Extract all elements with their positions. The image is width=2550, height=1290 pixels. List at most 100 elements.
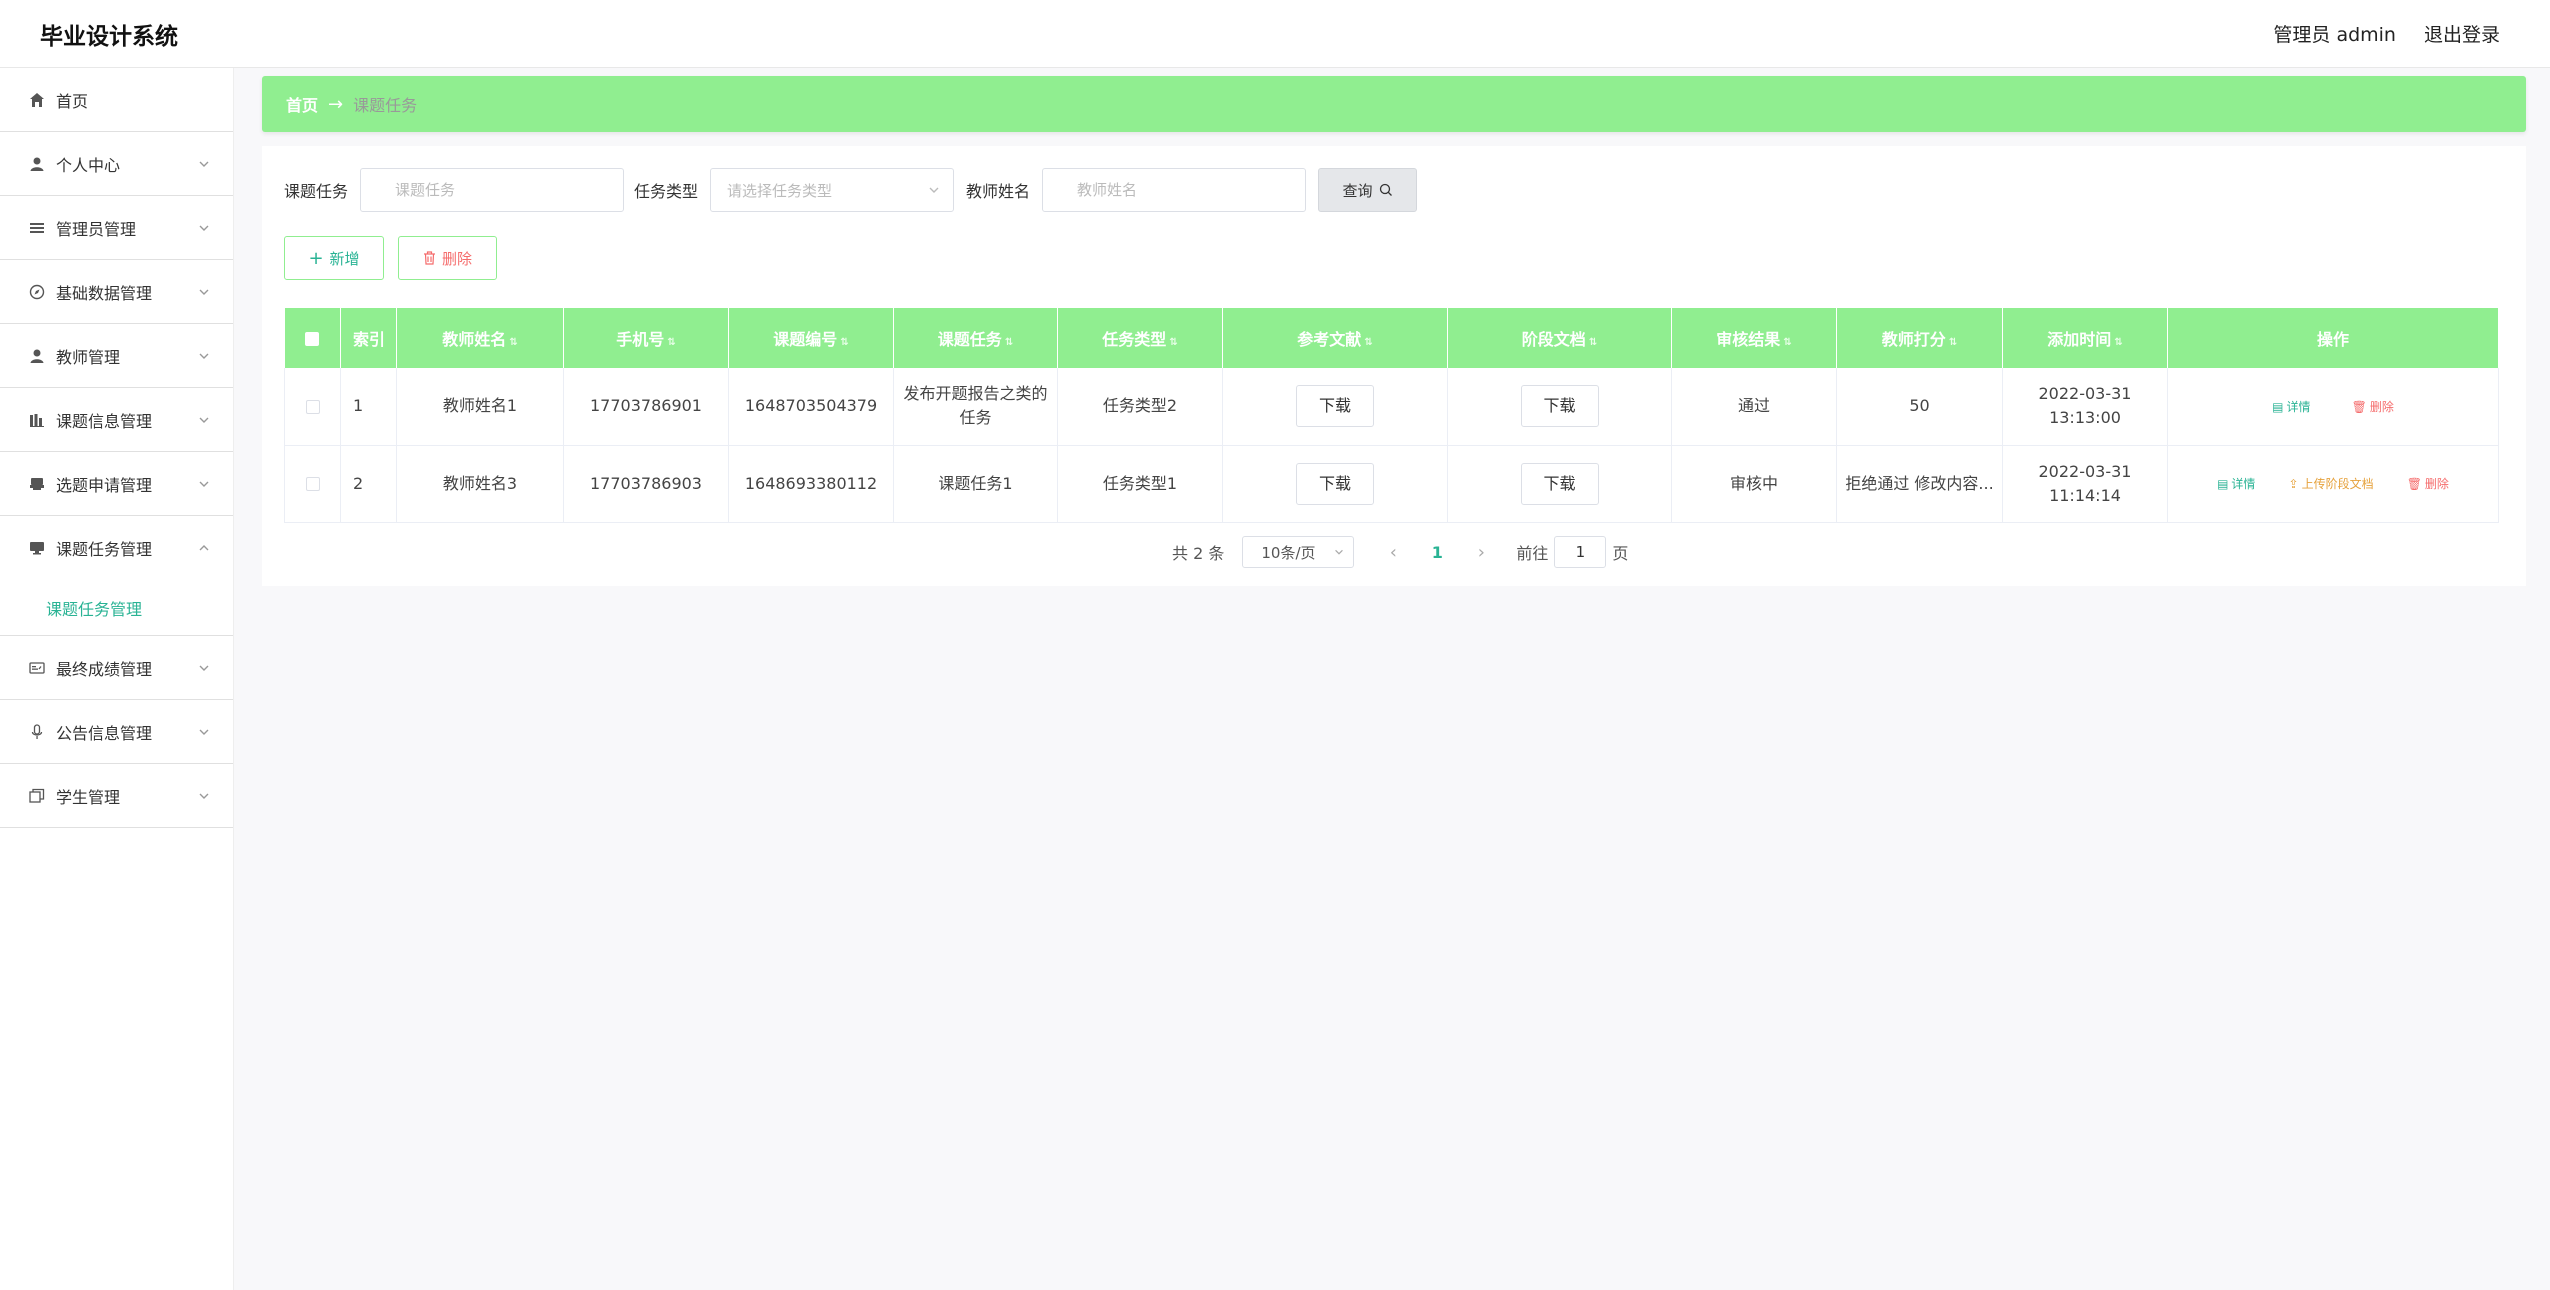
cell-doc: 下载 [1447,445,1672,523]
printer-icon [28,475,46,493]
copy-icon [28,787,46,805]
task-type-select[interactable]: 请选择任务类型 [710,168,955,212]
sidebar-item-label: 公告信息管理 [56,723,153,743]
task-table: 索引 教师姓名 ⇅ 手机号 ⇅ 课题编号 ⇅ 课题任务 ⇅ 任务类型 ⇅ 参考文献 ⇅ 阶段… [284,308,2499,523]
col-result[interactable]: 审核结果 ⇅ [1671,308,1837,368]
col-task[interactable]: 课题任务 ⇅ [893,308,1058,368]
chevron-down-icon [199,225,209,231]
sidebar-item-label: 基础数据管理 [56,283,153,303]
cell-time: 2022-03-31 13:13:00 [2002,368,2168,446]
detail-button[interactable]: ▤ 详情 [2217,472,2255,496]
next-page-button[interactable]: › [1466,542,1496,563]
col-time[interactable]: 添加时间 ⇅ [2002,308,2168,368]
row-delete-button[interactable]: 🗑 删除 [2352,395,2394,419]
sidebar-item-final-grade[interactable]: 最终成绩管理 [0,636,233,700]
sidebar-item-label: 课题信息管理 [56,411,153,431]
col-ops: 操作 [2167,308,2499,368]
sidebar-item-topic-apply[interactable]: 选题申请管理 [0,452,233,516]
page-size-value: 10条/页 [1261,543,1316,562]
download-ref-button[interactable]: 下载 [1296,385,1374,428]
breadcrumb: 首页 → 课题任务 [262,76,2526,132]
chevron-down-icon [199,481,209,487]
bar-chart-icon [28,411,46,429]
sidebar-item-topic-info[interactable]: 课题信息管理 [0,388,233,452]
cell-score: 拒绝通过 修改内容... [1836,445,2003,523]
download-doc-button[interactable]: 下载 [1520,385,1599,428]
cell-index: 1 [340,368,397,446]
upload-icon: ⇪ [2288,477,2299,491]
header-right: 管理员 admin 退出登录 [2273,20,2500,47]
goto-page-input[interactable] [1554,536,1607,568]
chevron-down-icon [199,289,209,295]
col-score[interactable]: 教师打分 ⇅ [1836,308,2003,368]
sidebar-item-topic-task[interactable]: 课题任务管理 [0,516,233,580]
sidebar-item-label: 个人中心 [56,155,121,175]
teacher-search-input[interactable] [1042,168,1307,212]
trash-icon: 🗑 [2351,399,2367,414]
cell-ops: ▤ 详情 ⇪ 上传阶段文档 🗑 删除 [2167,445,2499,523]
chevron-down-icon [199,417,209,423]
top-header: 毕业设计系统 管理员 admin 退出登录 [0,0,2550,68]
col-doc[interactable]: 阶段文档 ⇅ [1447,308,1672,368]
sidebar-item-label: 选题申请管理 [56,475,153,495]
row-checkbox[interactable] [284,445,341,523]
type-label: 任务类型 [634,182,699,201]
cell-task: 课题任务1 [893,445,1058,523]
page-size-select[interactable]: 10条/页 [1242,536,1355,568]
col-ref[interactable]: 参考文献 ⇅ [1222,308,1448,368]
sidebar-item-label: 课题任务管理 [56,540,153,559]
row-checkbox[interactable] [284,368,341,446]
chevron-up-icon [199,545,209,551]
download-doc-button[interactable]: 下载 [1520,462,1599,505]
chevron-down-icon [1335,549,1344,555]
row-delete-button[interactable]: 🗑 删除 [2407,472,2449,496]
action-row: + 新增 删除 [284,236,497,280]
chevron-down-icon [199,729,209,735]
home-icon [28,91,46,109]
sidebar-item-label: 学生管理 [56,787,121,807]
breadcrumb-home[interactable]: 首页 [286,92,318,116]
logout-button[interactable]: 退出登录 [2424,20,2500,47]
upload-doc-button[interactable]: ⇪ 上传阶段文档 [2289,472,2374,496]
download-ref-button[interactable]: 下载 [1296,462,1374,505]
prev-page-button[interactable]: ‹ [1378,542,1408,563]
delete-label: 删除 [441,249,472,268]
sidebar: 首页 个人中心 管理员管理 基础数据管理 教师管理 课题信息管理 选题申请管理 … [0,68,234,1290]
col-phone[interactable]: 手机号 ⇅ [563,308,729,368]
trash-icon [423,251,435,265]
microphone-icon [28,723,46,741]
col-code[interactable]: 课题编号 ⇅ [728,308,894,368]
sidebar-item-teacher[interactable]: 教师管理 [0,324,233,388]
task-search-input[interactable] [360,168,625,212]
cell-type: 任务类型1 [1057,445,1223,523]
chevron-down-icon [199,793,209,799]
query-button[interactable]: 查询 [1318,168,1418,212]
query-label: 查询 [1342,181,1373,200]
search-row: 课题任务 任务类型 请选择任务类型 教师姓名 查询 [284,168,1418,212]
plus-icon: + [308,247,324,269]
pagination: 共 2 条 10条/页 ‹ 1 › 前往 页 [1172,536,1628,568]
cell-task: 发布开题报告之类的任务 [893,368,1058,446]
page-number[interactable]: 1 [1420,543,1454,562]
cell-ref: 下载 [1222,445,1448,523]
sidebar-item-label: 首页 [56,91,89,111]
sidebar-subitem-topic-task[interactable]: 课题任务管理 [0,580,233,636]
sidebar-item-home[interactable]: 首页 [0,68,233,132]
detail-button[interactable]: ▤ 详情 [2272,395,2310,419]
col-type[interactable]: 任务类型 ⇅ [1057,308,1223,368]
current-user: 管理员 admin [2273,24,2396,46]
sidebar-item-student[interactable]: 学生管理 [0,764,233,828]
user-icon [28,347,46,365]
cell-code: 1648693380112 [728,445,894,523]
select-all-checkbox[interactable] [284,308,341,368]
sidebar-item-basic-data[interactable]: 基础数据管理 [0,260,233,324]
table-row: 1 教师姓名1 17703786901 1648703504379 发布开题报告… [284,368,2499,446]
sidebar-item-notice[interactable]: 公告信息管理 [0,700,233,764]
col-teacher[interactable]: 教师姓名 ⇅ [396,308,564,368]
add-button[interactable]: + 新增 [284,236,384,280]
sidebar-item-admin[interactable]: 管理员管理 [0,196,233,260]
table-header-row: 索引 教师姓名 ⇅ 手机号 ⇅ 课题编号 ⇅ 课题任务 ⇅ 任务类型 ⇅ 参考文献 ⇅ 阶段… [284,308,2499,368]
batch-delete-button[interactable]: 删除 [398,236,497,280]
sidebar-item-personal[interactable]: 个人中心 [0,132,233,196]
task-label: 课题任务 [284,182,349,201]
